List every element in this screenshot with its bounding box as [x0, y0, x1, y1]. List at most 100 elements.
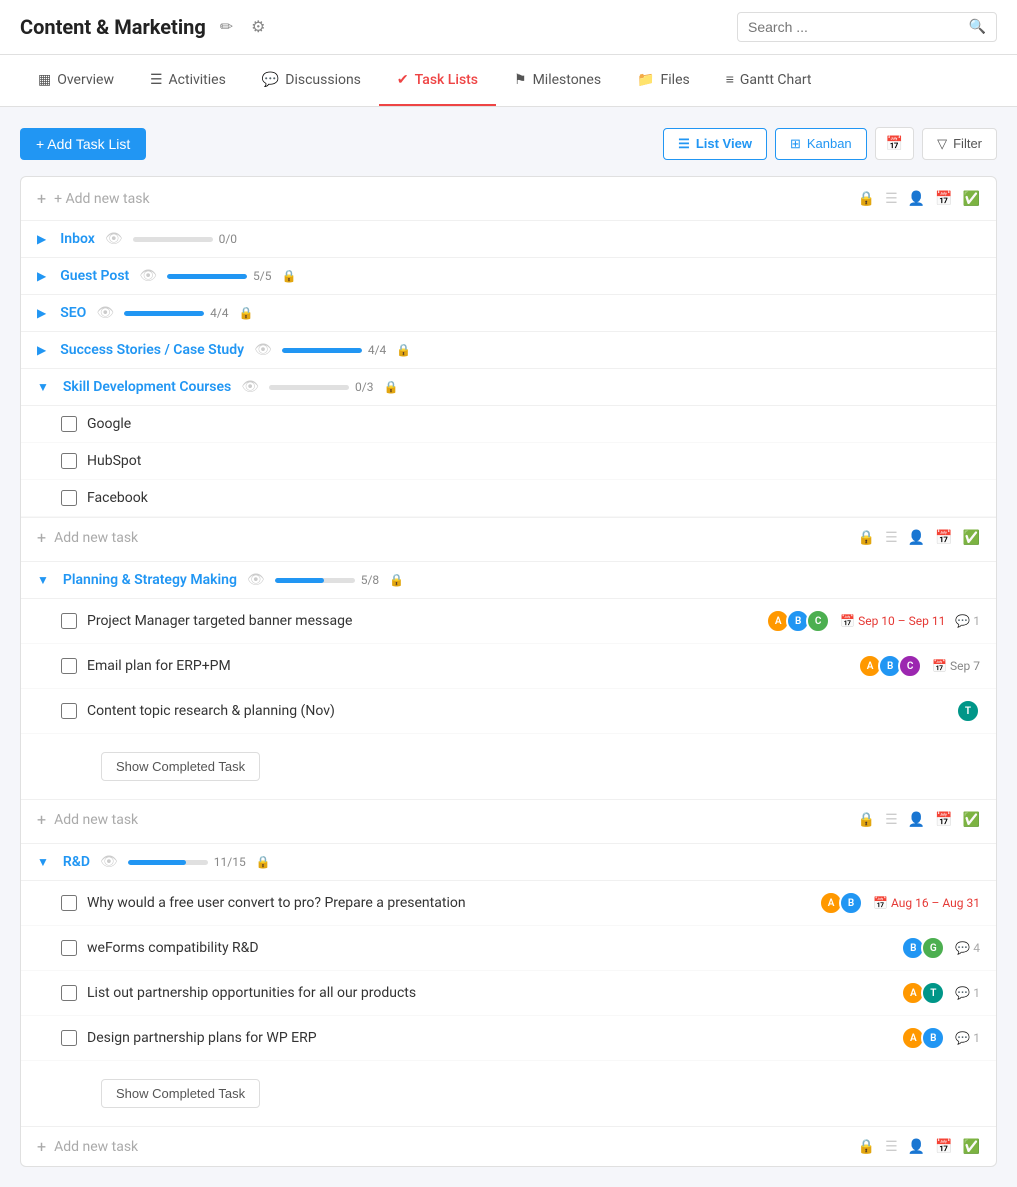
- tab-milestones[interactable]: ⚑ Milestones: [496, 56, 619, 106]
- kanban-label: Kanban: [807, 136, 852, 151]
- planning-progress: 5/8: [275, 573, 379, 587]
- task-checkbox-free-user[interactable]: [61, 895, 77, 911]
- task-checkbox-weforms[interactable]: [61, 940, 77, 956]
- tab-tasklists-label: Task Lists: [415, 72, 478, 88]
- skilldev-add-task-row[interactable]: + Add new task 🔒 ☰ 👤 📅 ✅: [21, 517, 996, 557]
- task-checkbox-partnership[interactable]: [61, 985, 77, 1001]
- tab-milestones-label: Milestones: [533, 72, 602, 88]
- search-input[interactable]: [748, 19, 969, 35]
- tab-discussions-label: Discussions: [285, 72, 361, 88]
- kanban-button[interactable]: ⊞ Kanban: [775, 128, 867, 160]
- task-checkbox-facebook[interactable]: [61, 490, 77, 506]
- tasklist-rnd-header: ▼ R&D 👁 11/15 🔒: [21, 843, 996, 881]
- files-icon: 📁: [637, 72, 654, 88]
- task-avatars-design-partner: A B: [905, 1026, 945, 1050]
- task-checkbox-email[interactable]: [61, 658, 77, 674]
- calendar-view-button[interactable]: 📅: [875, 127, 914, 160]
- task-item: Content topic research & planning (Nov) …: [21, 689, 996, 734]
- inbox-name[interactable]: Inbox: [60, 231, 95, 247]
- tab-files[interactable]: 📁 Files: [619, 56, 708, 106]
- task-item: Project Manager targeted banner message …: [21, 599, 996, 644]
- list-view-button[interactable]: ☰ List View: [663, 128, 767, 160]
- seo-name[interactable]: SEO: [60, 305, 86, 321]
- avatar: B: [839, 891, 863, 915]
- tab-overview[interactable]: ▦ Overview: [20, 56, 132, 106]
- add-tasklist-button[interactable]: + Add Task List: [20, 128, 146, 160]
- settings-button[interactable]: ⚙: [247, 13, 269, 41]
- rnd-show-completed-btn[interactable]: Show Completed Task: [101, 1079, 260, 1108]
- success-progress: 4/4: [282, 343, 386, 357]
- seo-lock-icon: 🔒: [239, 306, 254, 320]
- success-name[interactable]: Success Stories / Case Study: [60, 342, 244, 358]
- edit-button[interactable]: ✏: [216, 13, 237, 41]
- planning-name[interactable]: Planning & Strategy Making: [63, 572, 237, 588]
- planning-chevron[interactable]: ▼: [37, 573, 49, 587]
- task-name-free-user: Why would a free user convert to pro? Pr…: [87, 895, 813, 911]
- lock-icon: 🔒: [858, 191, 875, 207]
- tab-discussions[interactable]: 💬 Discussions: [244, 56, 379, 106]
- filter-label: Filter: [953, 136, 982, 151]
- tab-activities[interactable]: ☰ Activities: [132, 56, 244, 106]
- guestpost-eye-icon: 👁: [139, 268, 157, 284]
- task-name-content: Content topic research & planning (Nov): [87, 703, 950, 719]
- guestpost-name[interactable]: Guest Post: [60, 268, 129, 284]
- rnd-eye-icon: 👁: [100, 854, 118, 870]
- check-icon: ✅: [963, 191, 980, 207]
- list-icon2: ☰: [885, 530, 898, 546]
- skilldev-chevron[interactable]: ▼: [37, 380, 49, 394]
- task-checkbox-hubspot[interactable]: [61, 453, 77, 469]
- lock-icon3: 🔒: [858, 812, 875, 828]
- task-checkbox-content[interactable]: [61, 703, 77, 719]
- search-box: 🔍: [737, 12, 997, 42]
- task-comments-design-partner: 💬 1: [955, 1031, 980, 1045]
- task-checkbox-google[interactable]: [61, 416, 77, 432]
- avatar: C: [898, 654, 922, 678]
- planning-add-task-row[interactable]: + Add new task 🔒 ☰ 👤 📅 ✅: [21, 799, 996, 839]
- view-controls: ☰ List View ⊞ Kanban 📅 ▽ Filter: [663, 127, 997, 160]
- task-avatars-weforms: B G: [905, 936, 945, 960]
- guestpost-progress: 5/5: [167, 269, 271, 283]
- gantt-icon: ≡: [726, 71, 734, 88]
- app-title: Content & Marketing: [20, 15, 206, 39]
- task-avatars-partnership: A T: [905, 981, 945, 1005]
- task-avatars-banner: A B C: [770, 609, 830, 633]
- inbox-chevron[interactable]: ▶: [37, 232, 46, 246]
- task-comments-weforms: 💬 4: [955, 941, 980, 955]
- task-checkbox-design-partner[interactable]: [61, 1030, 77, 1046]
- rnd-show-completed-wrap: Show Completed Task: [21, 1061, 996, 1126]
- task-row-icons: 🔒 ☰ 👤 📅 ✅: [858, 191, 980, 207]
- rnd-add-task-row[interactable]: + Add new task 🔒 ☰ 👤 📅 ✅: [21, 1126, 996, 1166]
- filter-button[interactable]: ▽ Filter: [922, 128, 997, 160]
- planning-show-completed-btn[interactable]: Show Completed Task: [101, 752, 260, 781]
- tab-task-lists[interactable]: ✔ Task Lists: [379, 56, 496, 106]
- rnd-chevron[interactable]: ▼: [37, 855, 49, 869]
- plus-icon: +: [37, 189, 46, 208]
- skilldev-progress: 0/3: [269, 380, 373, 394]
- success-chevron[interactable]: ▶: [37, 343, 46, 357]
- inbox-progress: 0/0: [133, 232, 237, 246]
- task-name-hubspot: HubSpot: [87, 453, 980, 469]
- task-checkbox-banner[interactable]: [61, 613, 77, 629]
- rnd-lock-icon: 🔒: [256, 855, 271, 869]
- seo-progress-text: 4/4: [210, 306, 228, 320]
- rnd-add-task-text: Add new task: [54, 1139, 138, 1155]
- global-add-task-row[interactable]: + + Add new task 🔒 ☰ 👤 📅 ✅: [21, 177, 996, 221]
- skilldev-name[interactable]: Skill Development Courses: [63, 379, 231, 395]
- seo-progress: 4/4: [124, 306, 228, 320]
- guestpost-chevron[interactable]: ▶: [37, 269, 46, 283]
- user-icon: 👤: [908, 191, 925, 207]
- check-icon2: ✅: [963, 530, 980, 546]
- seo-chevron[interactable]: ▶: [37, 306, 46, 320]
- tab-gantt[interactable]: ≡ Gantt Chart: [708, 55, 830, 106]
- planning-add-task-text: Add new task: [54, 812, 138, 828]
- avatar: G: [921, 936, 945, 960]
- task-name-facebook: Facebook: [87, 490, 980, 506]
- rnd-name[interactable]: R&D: [63, 854, 90, 870]
- activities-icon: ☰: [150, 72, 163, 88]
- tab-gantt-label: Gantt Chart: [740, 72, 812, 88]
- task-name-partnership: List out partnership opportunities for a…: [87, 985, 895, 1001]
- kanban-icon: ⊞: [790, 136, 801, 152]
- tab-activities-label: Activities: [169, 72, 226, 88]
- tasklist-success-header: ▶ Success Stories / Case Study 👁 4/4 🔒: [21, 332, 996, 369]
- planning-row-icons: 🔒 ☰ 👤 📅 ✅: [858, 812, 980, 828]
